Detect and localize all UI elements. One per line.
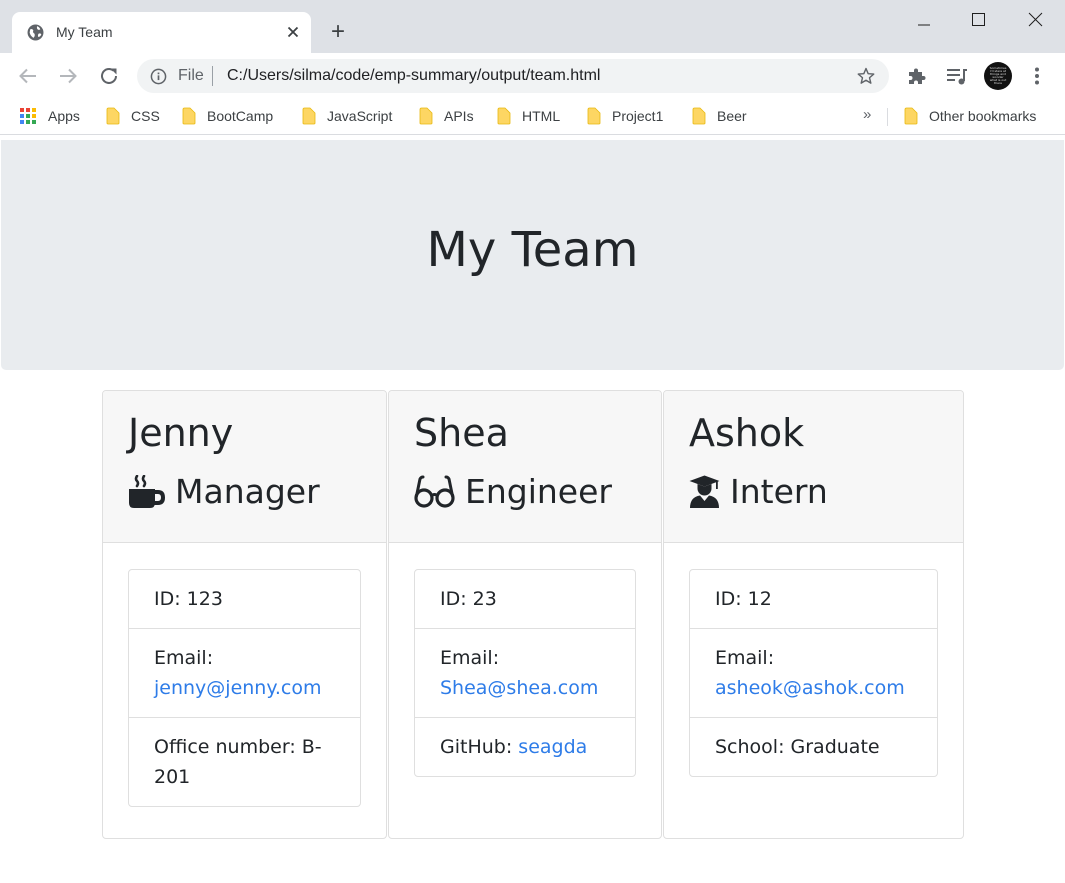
more-menu-icon[interactable] (1025, 64, 1049, 88)
id-item: ID: 123 (129, 570, 360, 629)
tab-title: My Team (56, 24, 113, 40)
bookmarks-overflow-button[interactable]: » (863, 106, 871, 123)
employee-role: Manager (128, 470, 320, 514)
browser-toolbar: File C:/Users/silma/code/emp-summary/out… (0, 53, 1065, 99)
bookmark-label: Project1 (612, 108, 664, 124)
folder-icon (419, 107, 433, 125)
close-tab-icon[interactable] (284, 23, 302, 41)
card-header: Jenny Manager (103, 391, 386, 543)
bookmarks-bar: Apps CSS BootCamp JavaScript APIs HTML P… (0, 99, 1065, 135)
apps-grid-icon (20, 108, 36, 124)
folder-icon (692, 107, 706, 125)
close-window-icon[interactable] (1021, 6, 1049, 34)
bookmark-folder-project1[interactable]: Project1 (587, 107, 663, 127)
github-label: GitHub: (440, 736, 513, 758)
tab-strip: My Team + (0, 0, 1065, 53)
bookmark-label: Beer (717, 108, 747, 124)
url-text[interactable]: C:/Users/silma/code/emp-summary/output/t… (227, 67, 600, 85)
url-divider (212, 66, 213, 86)
email-item: Email: Shea@shea.com (415, 629, 635, 718)
bookmarks-divider (887, 108, 888, 126)
office-number-line: 201 (154, 766, 191, 788)
globe-icon (27, 24, 44, 41)
email-item: Email: jenny@jenny.com (129, 629, 360, 718)
bookmark-folder-css[interactable]: CSS (106, 107, 160, 127)
bookmark-label: HTML (522, 108, 561, 124)
employee-role: Intern (689, 470, 828, 514)
bookmark-label: JavaScript (327, 108, 393, 124)
glasses-icon (414, 475, 455, 508)
office-number-item: Office number: B- 201 (129, 718, 360, 806)
bookmark-label: Apps (48, 108, 80, 124)
email-item: Email: asheok@ashok.com (690, 629, 937, 718)
info-icon[interactable] (150, 68, 167, 85)
employee-name: Jenny (128, 411, 234, 455)
folder-icon (302, 107, 316, 125)
employee-details-list: ID: 123 Email: jenny@jenny.com Office nu… (128, 569, 361, 807)
employee-details-list: ID: 12 Email: asheok@ashok.com School: G… (689, 569, 938, 777)
address-bar[interactable]: File C:/Users/silma/code/emp-summary/out… (137, 59, 889, 93)
github-item: GitHub: seagda (415, 718, 635, 776)
office-number-line: Office number: B- (154, 736, 322, 758)
bookmark-folder-beer[interactable]: Beer (692, 107, 747, 127)
graduate-icon (689, 475, 720, 508)
maximize-icon[interactable] (964, 6, 992, 34)
email-link[interactable]: jenny@jenny.com (154, 677, 322, 699)
folder-icon (182, 107, 196, 125)
folder-icon (497, 107, 511, 125)
reload-icon[interactable] (97, 64, 121, 88)
header-jumbotron: My Team (1, 140, 1064, 370)
page-title: My Team (426, 222, 639, 278)
employee-role: Engineer (414, 470, 612, 514)
bookmark-apps[interactable]: Apps (19, 107, 80, 127)
back-arrow-icon[interactable] (16, 64, 40, 88)
bookmark-label: CSS (131, 108, 160, 124)
employee-details-list: ID: 23 Email: Shea@shea.com GitHub: seag… (414, 569, 636, 777)
profile-avatar[interactable]: Sometimes I'd stare at things and wonder… (984, 62, 1012, 90)
bookmark-folder-html[interactable]: HTML (497, 107, 560, 127)
forward-arrow-icon[interactable] (56, 64, 80, 88)
bookmark-folder-other[interactable]: Other bookmarks (904, 107, 1036, 127)
minimize-icon[interactable] (910, 6, 938, 34)
school-item: School: Graduate (715, 736, 880, 758)
mug-icon (129, 475, 165, 508)
bookmark-label: Other bookmarks (929, 108, 1037, 124)
email-label: Email: (440, 647, 500, 669)
url-scheme-label: File (178, 67, 204, 84)
role-label: Engineer (465, 472, 612, 511)
extensions-puzzle-icon[interactable] (905, 64, 929, 88)
bookmark-star-icon[interactable] (856, 66, 876, 86)
email-link[interactable]: asheok@ashok.com (715, 677, 905, 699)
page-content: My Team Jenny Manager ID: 123 Email: jen… (0, 140, 1065, 883)
email-label: Email: (154, 647, 214, 669)
email-label: Email: (715, 647, 775, 669)
card-header: Ashok Intern (664, 391, 963, 543)
id-item: ID: 12 (690, 570, 937, 629)
email-link[interactable]: Shea@shea.com (440, 677, 598, 699)
new-tab-button[interactable]: + (326, 20, 350, 44)
bookmark-label: APIs (444, 108, 474, 124)
bookmark-folder-bootcamp[interactable]: BootCamp (182, 107, 273, 127)
bookmark-folder-apis[interactable]: APIs (419, 107, 474, 127)
employee-name: Shea (414, 411, 509, 455)
employee-name: Ashok (689, 411, 805, 455)
employee-card-engineer: Shea Engineer ID: 23 Email: Shea@shea.co… (388, 390, 662, 839)
github-link[interactable]: seagda (518, 736, 587, 758)
role-label: Manager (175, 472, 320, 511)
bookmark-label: BootCamp (207, 108, 274, 124)
media-queue-icon[interactable] (945, 64, 969, 88)
id-item: ID: 23 (415, 570, 635, 629)
folder-icon (904, 107, 918, 125)
tab-my-team[interactable]: My Team (12, 12, 311, 53)
employee-card-intern: Ashok Intern ID: 12 Email: asheok@ashok.… (663, 390, 964, 839)
avatar-image-text: Sometimes I'd stare at things and wonder… (989, 66, 1007, 85)
folder-icon (106, 107, 120, 125)
employee-card-manager: Jenny Manager ID: 123 Email: jenny@jenny… (102, 390, 387, 839)
role-label: Intern (730, 472, 828, 511)
folder-icon (587, 107, 601, 125)
bookmark-folder-javascript[interactable]: JavaScript (302, 107, 392, 127)
card-header: Shea Engineer (389, 391, 661, 543)
